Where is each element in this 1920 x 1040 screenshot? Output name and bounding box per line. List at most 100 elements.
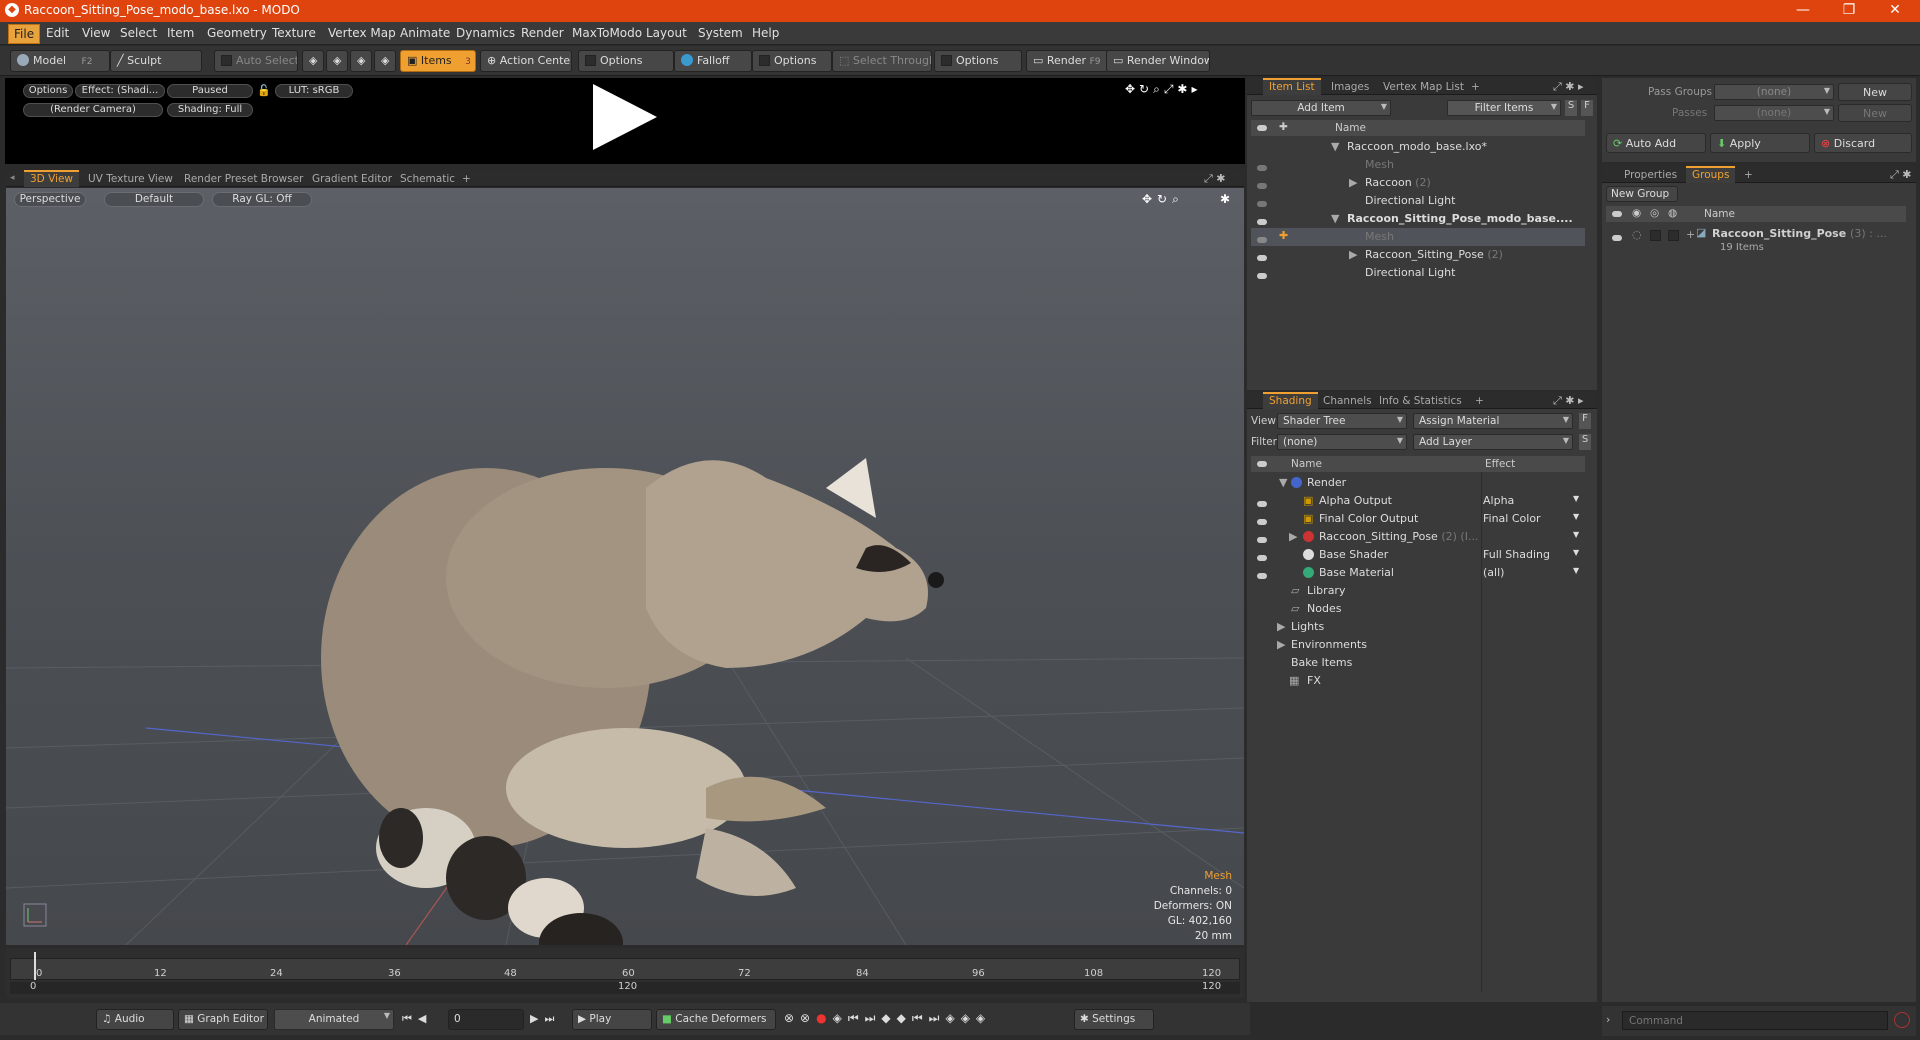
new-pass-button[interactable]: New xyxy=(1838,104,1912,122)
s-button[interactable]: S xyxy=(1579,434,1591,450)
falloff-button[interactable]: Falloff xyxy=(674,50,752,72)
tab-item-list[interactable]: Item List xyxy=(1263,78,1321,95)
tree-row[interactable]: Mesh xyxy=(1251,156,1585,174)
timeline[interactable]: 0 12 24 36 48 60 72 84 96 108 120 0 120 … xyxy=(6,948,1244,998)
falloff-options-button[interactable]: Options xyxy=(752,50,832,72)
minimize-icon[interactable]: — xyxy=(1780,0,1826,22)
add-item-dropdown[interactable]: Add Item xyxy=(1251,100,1391,116)
filter-items-field[interactable]: Filter Items xyxy=(1447,100,1561,116)
shader-row[interactable]: Base Material (all) ▼ xyxy=(1251,564,1585,582)
passes-dropdown[interactable]: (none) xyxy=(1714,105,1834,121)
group-row[interactable]: ◌ + ◪ Raccoon_Sitting_Pose (3) : ... 19 … xyxy=(1606,226,1906,262)
new-group-button[interactable]: New Group xyxy=(1606,186,1678,202)
maximize-icon[interactable]: ⤢ ✱ xyxy=(1890,168,1912,182)
tab-render-preset-browser[interactable]: Render Preset Browser xyxy=(178,172,309,187)
shader-row[interactable]: ▶ Lights xyxy=(1251,618,1585,636)
command-input[interactable] xyxy=(1622,1011,1888,1030)
tab-properties[interactable]: Properties xyxy=(1618,168,1683,183)
select-through-button[interactable]: ⬚ Select Through xyxy=(832,50,932,72)
perspective-dropdown[interactable]: Perspective xyxy=(14,192,86,207)
tab-channels[interactable]: Channels xyxy=(1317,394,1378,409)
f-button[interactable]: F xyxy=(1579,413,1591,429)
settings-button[interactable]: ✱ Settings xyxy=(1074,1009,1154,1030)
restore-icon[interactable]: ❐ xyxy=(1826,0,1872,22)
eye-icon[interactable] xyxy=(1612,232,1622,245)
materials-mode-button[interactable]: ◈ xyxy=(374,50,396,72)
graph-editor-button[interactable]: ▦ Graph Editor xyxy=(178,1009,268,1030)
raygl-dropdown[interactable]: Ray GL: Off xyxy=(212,192,312,207)
lock-icon[interactable]: 🔓 xyxy=(257,84,271,97)
animated-dropdown[interactable]: Animated xyxy=(274,1009,394,1030)
add-layer-dropdown[interactable]: Add Layer xyxy=(1413,434,1573,450)
maximize-icon[interactable]: ⤢ ✱ xyxy=(1204,172,1226,186)
tab-gradient-editor[interactable]: Gradient Editor xyxy=(306,172,398,187)
assign-material-button[interactable]: Assign Material xyxy=(1413,413,1573,429)
select-options-button[interactable]: Options xyxy=(934,50,1022,72)
tab-groups[interactable]: Groups xyxy=(1686,166,1736,183)
maximize-icon[interactable]: ⤢ ✱ ▸ xyxy=(1553,80,1584,94)
expand-icon[interactable]: + xyxy=(1686,228,1695,241)
apply-button[interactable]: ⬇ Apply xyxy=(1710,133,1810,153)
menu-render[interactable]: Render xyxy=(515,26,570,40)
tab-schematic[interactable]: Schematic xyxy=(394,172,461,187)
tab-uv-texture-view[interactable]: UV Texture View xyxy=(82,172,179,187)
effect-dropdown[interactable]: Effect: (Shadi... xyxy=(75,84,165,98)
menu-help[interactable]: Help xyxy=(746,26,785,40)
close-icon[interactable]: ✕ xyxy=(1872,0,1918,22)
play-button[interactable]: ▶ Play xyxy=(572,1009,652,1030)
polygons-mode-button[interactable]: ◈ xyxy=(350,50,372,72)
menu-system[interactable]: System xyxy=(692,26,749,40)
pass-groups-dropdown[interactable]: (none) xyxy=(1714,84,1834,100)
add-tab-button[interactable]: + xyxy=(1465,80,1486,95)
select-checkbox[interactable] xyxy=(1668,230,1679,241)
shader-row[interactable]: ▱ Nodes xyxy=(1251,600,1585,618)
render-nav-icons[interactable]: ✥↻⌕⤢✱▸ xyxy=(1125,82,1202,97)
menu-select[interactable]: Select xyxy=(114,26,163,40)
discard-button[interactable]: ⊗ Discard xyxy=(1814,133,1912,153)
auto-select-button[interactable]: Auto Select xyxy=(214,50,298,72)
cache-deformers-button[interactable]: ■ Cache Deformers xyxy=(656,1009,776,1030)
menu-vertex-map[interactable]: Vertex Map xyxy=(322,26,402,40)
tab-info-statistics[interactable]: Info & Statistics xyxy=(1373,394,1468,409)
shader-row[interactable]: ▣ Final Color Output Final Color ▼ xyxy=(1251,510,1585,528)
tree-row[interactable]: Directional Light xyxy=(1251,192,1585,210)
menu-view[interactable]: View xyxy=(76,26,116,40)
menu-item[interactable]: Item xyxy=(161,26,200,40)
shader-row[interactable]: ▱ Library xyxy=(1251,582,1585,600)
tab-images[interactable]: Images xyxy=(1325,80,1375,95)
maximize-icon[interactable]: ⤢ ✱ ▸ xyxy=(1553,394,1584,408)
command-history-icon[interactable] xyxy=(1894,1012,1910,1028)
items-mode-button[interactable]: ▣ Items 3 xyxy=(400,50,476,72)
play-icon[interactable] xyxy=(593,84,657,150)
paused-button[interactable]: Paused xyxy=(167,84,253,98)
f-button[interactable]: F xyxy=(1581,100,1593,116)
gear-icon[interactable]: ✱ xyxy=(1220,192,1230,206)
add-tab-button[interactable]: + xyxy=(456,172,477,187)
tree-row[interactable]: ▼ Raccoon_modo_base.lxo* xyxy=(1251,138,1585,156)
menu-dynamics[interactable]: Dynamics xyxy=(450,26,521,40)
shader-row[interactable]: ▣ Alpha Output Alpha ▼ xyxy=(1251,492,1585,510)
tree-row[interactable]: ▶ Raccoon_Sitting_Pose (2) xyxy=(1251,246,1585,264)
menu-animate[interactable]: Animate xyxy=(394,26,456,40)
render-button[interactable]: ▭ Render F9 xyxy=(1026,50,1108,72)
tree-row[interactable]: ▼ Raccoon_Sitting_Pose_modo_base.... xyxy=(1251,210,1585,228)
shader-row[interactable]: ▶ Environments xyxy=(1251,636,1585,654)
action-center-options-button[interactable]: Options xyxy=(578,50,674,72)
tab-shading[interactable]: Shading xyxy=(1263,392,1318,409)
tab-3d-view[interactable]: 3D View xyxy=(24,170,80,187)
tree-row[interactable]: ▶ Raccoon (2) xyxy=(1251,174,1585,192)
sculpt-button[interactable]: ╱ Sculpt xyxy=(110,50,202,72)
skip-end-icons[interactable]: ▶⏭ xyxy=(530,1012,560,1026)
filter-dropdown[interactable]: (none) xyxy=(1277,434,1407,450)
shader-tree-dropdown[interactable]: Shader Tree xyxy=(1277,413,1407,429)
shader-row[interactable]: ▶ Raccoon_Sitting_Pose (2) (I... ▼ xyxy=(1251,528,1585,546)
render-window-button[interactable]: ▭ Render Window xyxy=(1106,50,1210,72)
audio-button[interactable]: ♫ Audio xyxy=(96,1009,174,1030)
model-button[interactable]: Model F2 xyxy=(10,50,110,72)
add-tab-button[interactable]: + xyxy=(1469,394,1490,409)
auto-add-button[interactable]: ⟳ Auto Add xyxy=(1606,133,1706,153)
skip-start-icons[interactable]: ⏮◀ xyxy=(402,1012,432,1026)
shading-dropdown[interactable]: Shading: Full xyxy=(167,103,253,117)
vertices-mode-button[interactable]: ◈ xyxy=(302,50,324,72)
lut-dropdown[interactable]: LUT: sRGB xyxy=(275,84,353,98)
